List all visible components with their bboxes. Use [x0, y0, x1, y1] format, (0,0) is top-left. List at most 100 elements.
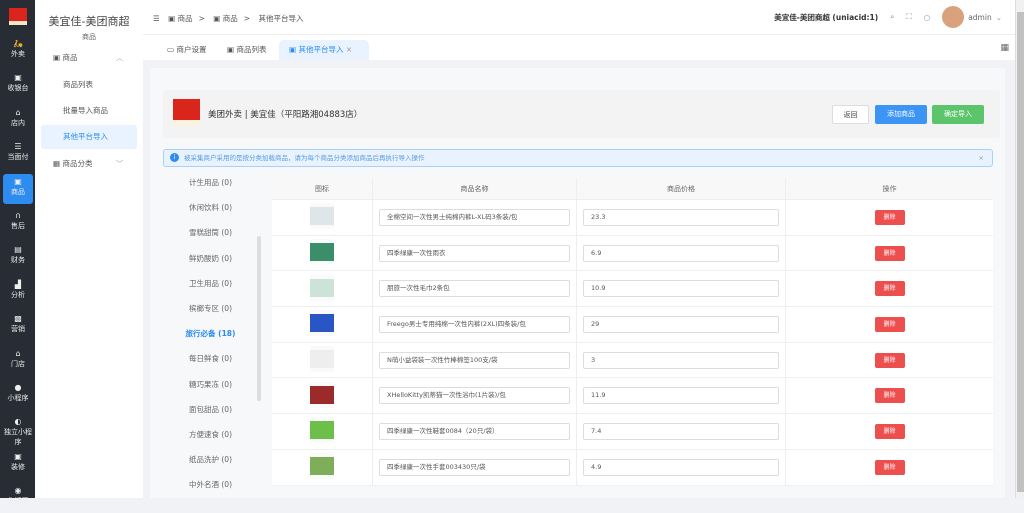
category-item[interactable]: 方便速食 (0) [163, 422, 258, 447]
tab-goods-list[interactable]: ▣ 商品列表 [217, 40, 276, 60]
delete-button[interactable]: 删除 [874, 281, 905, 297]
rail-item[interactable]: ▤ 财务 [3, 242, 33, 272]
collapse-menu-icon[interactable]: ☰ [153, 14, 160, 23]
cashier-icon: ▣ [14, 73, 22, 83]
app-logo [9, 8, 27, 25]
product-price-input[interactable]: 11.9 [583, 387, 779, 405]
close-icon[interactable]: × [346, 45, 352, 54]
delete-button[interactable]: 删除 [874, 316, 905, 332]
user-menu[interactable]: admin ⌄ [942, 6, 1002, 28]
delete-button[interactable]: 删除 [874, 352, 905, 368]
rail-item[interactable]: ▩ 营销 [3, 311, 33, 341]
rail-item[interactable]: ▣ 装修 [3, 449, 33, 479]
category-item[interactable]: 计生用品 (0) [163, 170, 258, 195]
chart-icon: ▟ [14, 279, 22, 289]
tab-merchant-settings[interactable]: ▭ 商户设置 [157, 40, 216, 60]
product-name-input[interactable]: 全棉空间一次性男士纯棉内裤L-XL码3条装/包 [379, 208, 570, 226]
rail-item[interactable]: ▣ 收银台 [3, 70, 33, 100]
category-item[interactable]: 休闲饮料 (0) [163, 195, 258, 220]
chevron-down-icon: ⌄ [995, 12, 1002, 22]
info-alert: i 被采集商户采用的是按分类加载商品，请为每个商品分类添加商品后再执行导入操作 … [163, 149, 993, 167]
page-scrollbar[interactable] [1015, 0, 1024, 498]
breadcrumb-item[interactable]: ▣ 商品 [213, 14, 237, 23]
table-row: XHelloKitty凯蒂猫一次性浴巾(1片装)/包 11.9 删除 [272, 378, 993, 415]
chat-icon: ● [14, 383, 22, 392]
product-price-input[interactable]: 7.4 [583, 422, 779, 440]
fullscreen-icon[interactable]: ⛶ [906, 12, 911, 22]
product-name-input[interactable]: 四季绿康一次性鞋套0084（20只/袋） [379, 422, 570, 440]
product-price-input[interactable]: 4.9 [583, 458, 779, 476]
delete-button[interactable]: 删除 [874, 459, 905, 475]
rail-item-label: 装修 [11, 462, 25, 471]
finance-icon: ▤ [14, 245, 22, 255]
product-thumbnail [310, 274, 334, 301]
headset-icon: ∩ [15, 211, 21, 220]
rail-item[interactable]: ☰ 当面付 [3, 139, 33, 169]
rail-item-label: 售后 [11, 222, 25, 230]
search-icon[interactable]: ⌕ [890, 12, 894, 22]
product-price-input[interactable]: 3 [583, 351, 779, 369]
menu-item-batch-import[interactable]: 批量导入商品 [41, 99, 137, 123]
product-name-input[interactable]: 朋旅一次性毛巾2条包 [379, 280, 570, 298]
category-item[interactable]: 卫生用品 (0) [163, 271, 258, 296]
category-item[interactable]: 面包甜品 (0) [163, 397, 258, 422]
category-item[interactable]: 每日鲜食 (0) [163, 346, 258, 371]
product-name-input[interactable]: 四季绿康一次性雨衣 [379, 244, 570, 262]
product-price-input[interactable]: 23.3 [583, 208, 779, 226]
rail-item[interactable]: ⌂ 门店 [3, 346, 33, 376]
menu-group-category[interactable]: ▦ 商品分类 ﹀ [41, 152, 137, 176]
product-name-input[interactable]: XHelloKitty凯蒂猫一次性浴巾(1片装)/包 [379, 387, 570, 405]
back-button[interactable]: 返回 [832, 105, 869, 124]
delete-button[interactable]: 删除 [874, 388, 905, 404]
category-item[interactable]: 雪糕甜筒 (0) [163, 220, 258, 245]
category-item[interactable]: 旅行必备 (18) [163, 321, 258, 346]
delete-button[interactable]: 删除 [874, 245, 905, 261]
menu-item-goods-list[interactable]: 商品列表 [41, 73, 137, 97]
circle-icon: ◉ [14, 486, 22, 496]
tab-bar: ▭ 商户设置 ▣ 商品列表 ▣ 其他平台导入 × ▦ [143, 35, 1015, 60]
breadcrumb-item[interactable]: ▣ 商品 [168, 14, 192, 23]
rail-item[interactable]: ◉ 生活圈 [3, 483, 33, 513]
rail-item[interactable]: 🛵 外卖 [3, 36, 33, 66]
brand-subtitle: 商品 [82, 33, 96, 41]
rail-item-label: 生活圈 [7, 497, 29, 506]
product-name-input[interactable]: 四季绿康一次性手套003430只/袋 [379, 458, 570, 476]
rail-item[interactable]: ▣ 商品 [3, 173, 33, 204]
category-item[interactable]: 糖巧果冻 (0) [163, 372, 258, 397]
secondary-sidebar: 美宜佳-美团商超 商品 ▣ 商品 ︿ 商品列表 批量导入商品 其他平台导入 ▦ 商… [35, 0, 143, 498]
close-icon[interactable]: × [979, 150, 984, 166]
col-icon: 图标 [315, 185, 329, 193]
info-icon: i [170, 153, 179, 162]
product-price-input[interactable]: 10.9 [583, 280, 779, 298]
col-action: 操作 [785, 178, 993, 199]
grid-icon[interactable]: ▦ [1000, 43, 1009, 53]
add-goods-button[interactable]: 添加商品 [875, 105, 927, 124]
refresh-icon[interactable]: ○ [924, 13, 931, 22]
table-row: 四季绿康一次性鞋套0084（20只/袋） 7.4 删除 [272, 414, 993, 450]
product-name-input[interactable]: Freego男士专用纯棉一次性内裤(2XL)四条装/包 [379, 315, 570, 333]
goods-table: 图标 商品名称 商品价格 操作 全棉空间一次性男士纯棉内裤L-XL码3条装/包 … [272, 178, 993, 486]
confirm-import-button[interactable]: 确定导入 [932, 105, 984, 124]
product-price-input[interactable]: 6.9 [583, 244, 779, 262]
rail-item[interactable]: ◐ 独立小程序 [3, 414, 33, 446]
delete-button[interactable]: 删除 [874, 423, 905, 439]
rail-item-label: 商品 [11, 187, 25, 196]
category-item[interactable]: 鲜奶酸奶 (0) [163, 246, 258, 271]
product-name-input[interactable]: N萌小益袋装一次性竹棒棉签100支/袋 [379, 351, 570, 369]
tab-other-import[interactable]: ▣ 其他平台导入 × [279, 40, 369, 60]
product-price-input[interactable]: 29 [583, 315, 779, 333]
category-item[interactable]: 纸品洗护 (0) [163, 447, 258, 472]
category-scrollbar[interactable] [257, 236, 261, 401]
menu-group-goods[interactable]: ▣ 商品 ︿ [41, 46, 137, 70]
delete-button[interactable]: 删除 [874, 209, 905, 225]
rail-item[interactable]: ⌂ 店内 [3, 105, 33, 135]
menu-item-other-import[interactable]: 其他平台导入 [41, 125, 137, 149]
goods-icon: ▣ [14, 176, 22, 186]
breadcrumb-current: 其他平台导入 [258, 14, 304, 23]
rail-item[interactable]: ▟ 分析 [3, 277, 33, 307]
category-item[interactable]: 槟榔专区 (0) [163, 296, 258, 321]
rail-item[interactable]: ● 小程序 [3, 380, 33, 410]
category-item[interactable]: 中外名酒 (0) [163, 472, 258, 497]
rail-item[interactable]: ∩ 售后 [3, 208, 33, 238]
shop-header: 美团外卖 | 美宜佳（平阳路湘04883店） 返回 添加商品 确定导入 [163, 90, 1000, 138]
